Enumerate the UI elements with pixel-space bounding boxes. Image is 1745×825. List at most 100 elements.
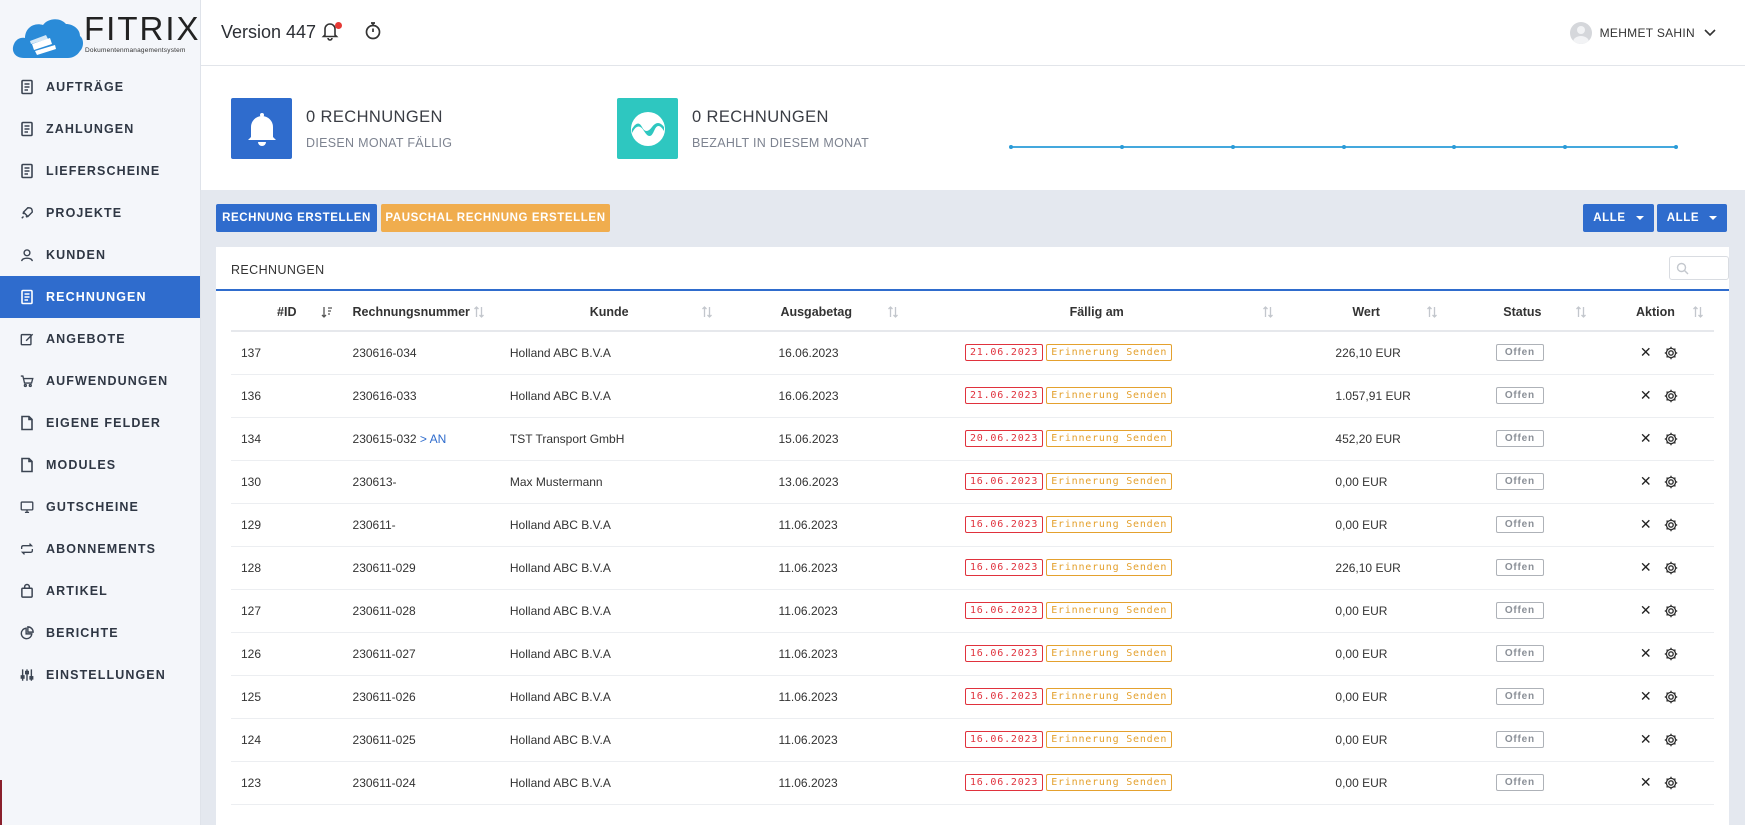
send-reminder-button[interactable]: Erinnerung Senden — [1046, 688, 1173, 705]
cell-id: 124 — [231, 718, 343, 762]
send-reminder-button[interactable]: Erinnerung Senden — [1046, 387, 1173, 404]
send-reminder-button[interactable]: Erinnerung Senden — [1046, 344, 1173, 362]
gear-icon[interactable] — [1664, 389, 1678, 403]
cell-issued: 11.06.2023 — [723, 589, 909, 633]
delete-icon[interactable]: ✕ — [1640, 387, 1652, 404]
sidebar-item-eigene-felder[interactable]: EIGENE FELDER — [0, 402, 200, 444]
send-reminder-button[interactable]: Erinnerung Senden — [1046, 516, 1173, 533]
cell-customer: Max Mustermann — [494, 460, 724, 504]
delete-icon[interactable]: ✕ — [1640, 731, 1652, 748]
due-date-badge: 16.06.2023 — [964, 602, 1044, 619]
sidebar-item-berichte[interactable]: BERICHTE — [0, 612, 200, 654]
offer-link[interactable]: > AN — [417, 432, 446, 446]
gear-icon[interactable] — [1664, 733, 1678, 747]
column-header-0[interactable]: #ID — [231, 293, 343, 332]
cell-customer: Holland ABC B.V.A — [494, 761, 724, 805]
sidebar-item-abonnements[interactable]: ABONNEMENTS — [0, 528, 200, 570]
pie-icon — [20, 626, 34, 640]
delete-icon[interactable]: ✕ — [1640, 688, 1652, 705]
delete-icon[interactable]: ✕ — [1640, 774, 1652, 791]
column-header-2[interactable]: Kunde — [494, 293, 724, 332]
sidebar-item-gutscheine[interactable]: GUTSCHEINE — [0, 486, 200, 528]
sidebar-item-lieferscheine[interactable]: LIEFERSCHEINE — [0, 150, 200, 192]
send-reminder-button[interactable]: Erinnerung Senden — [1046, 774, 1173, 791]
send-reminder-button[interactable]: Erinnerung Senden — [1046, 430, 1173, 447]
invoice-number[interactable]: 230611-028 — [353, 604, 416, 618]
search-input[interactable] — [1669, 256, 1729, 280]
logo[interactable]: FITRIX Dokumentenmanagementsystem — [0, 0, 200, 66]
sidebar-item-aufträge[interactable]: AUFTRÄGE — [0, 66, 200, 108]
sidebar-item-modules[interactable]: MODULES — [0, 444, 200, 486]
column-header-5[interactable]: Wert — [1284, 293, 1448, 332]
column-header-7[interactable]: Aktion — [1596, 293, 1714, 332]
table-row[interactable]: 128 230611-029 Holland ABC B.V.A 11.06.2023… — [231, 546, 1714, 590]
user-menu[interactable]: MEHMET SAHIN — [1569, 22, 1717, 44]
sidebar-item-label: PROJEKTE — [46, 206, 123, 220]
invoice-number[interactable]: 230611- — [353, 518, 396, 532]
gear-icon[interactable] — [1664, 518, 1678, 532]
table-row[interactable]: 137 230616-034 Holland ABC B.V.A 16.06.2023… — [231, 331, 1714, 375]
sidebar-item-zahlungen[interactable]: ZAHLUNGEN — [0, 108, 200, 150]
invoice-number[interactable]: 230611-025 — [353, 733, 416, 747]
table-row[interactable]: 129 230611- Holland ABC B.V.A 11.06.2023 16.… — [231, 503, 1714, 547]
create-flat-invoice-button[interactable]: PAUSCHAL RECHNUNG ERSTELLEN — [381, 204, 610, 232]
gear-icon[interactable] — [1664, 776, 1678, 790]
filter-dropdown-1[interactable]: ALLE — [1583, 204, 1654, 232]
column-header-4[interactable]: Fällig am — [908, 293, 1285, 332]
delete-icon[interactable]: ✕ — [1640, 645, 1652, 662]
filter-dropdown-2[interactable]: ALLE — [1657, 204, 1727, 232]
sidebar-item-angebote[interactable]: ANGEBOTE — [0, 318, 200, 360]
stopwatch-icon[interactable] — [364, 21, 382, 46]
table-row[interactable]: 134 230615-032 > AN TST Transport GmbH 15.0… — [231, 417, 1714, 461]
delete-icon[interactable]: ✕ — [1640, 559, 1652, 576]
cell-value: 0,00 EUR — [1284, 503, 1448, 547]
invoice-number[interactable]: 230615-032 — [353, 432, 417, 446]
invoice-number[interactable]: 230613- — [353, 475, 397, 489]
sidebar-item-rechnungen[interactable]: RECHNUNGEN — [0, 276, 200, 318]
gear-icon[interactable] — [1664, 432, 1678, 446]
table-row[interactable]: 127 230611-028 Holland ABC B.V.A 11.06.2023… — [231, 589, 1714, 633]
send-reminder-button[interactable]: Erinnerung Senden — [1046, 645, 1173, 662]
gear-icon[interactable] — [1664, 647, 1678, 661]
send-reminder-button[interactable]: Erinnerung Senden — [1046, 731, 1173, 748]
delete-icon[interactable]: ✕ — [1640, 473, 1652, 490]
table-row[interactable]: 125 230611-026 Holland ABC B.V.A 11.06.2023… — [231, 675, 1714, 719]
gear-icon[interactable] — [1664, 346, 1678, 360]
invoice-number[interactable]: 230616-033 — [353, 389, 417, 403]
invoice-number[interactable]: 230611-024 — [353, 776, 416, 790]
gear-icon[interactable] — [1664, 690, 1678, 704]
delete-icon[interactable]: ✕ — [1640, 344, 1652, 361]
table-row[interactable]: 130 230613- Max Mustermann 13.06.2023 16.06.… — [231, 460, 1714, 504]
gear-icon[interactable] — [1664, 561, 1678, 575]
delete-icon[interactable]: ✕ — [1640, 430, 1652, 447]
sidebar-item-aufwendungen[interactable]: AUFWENDUNGEN — [0, 360, 200, 402]
sidebar-item-kunden[interactable]: KUNDEN — [0, 234, 200, 276]
invoice-number[interactable]: 230616-034 — [353, 346, 417, 360]
gear-icon[interactable] — [1664, 604, 1678, 618]
sidebar-item-einstellungen[interactable]: EINSTELLUNGEN — [0, 654, 200, 696]
table-row[interactable]: 123 230611-024 Holland ABC B.V.A 11.06.2023… — [231, 761, 1714, 805]
send-reminder-button[interactable]: Erinnerung Senden — [1046, 473, 1173, 490]
cell-due: 16.06.2023 Erinnerung Senden — [908, 503, 1285, 547]
invoice-number[interactable]: 230611-027 — [353, 647, 416, 661]
create-invoice-button[interactable]: RECHNUNG ERSTELLEN — [216, 204, 377, 232]
cell-customer: Holland ABC B.V.A — [494, 675, 724, 719]
table-row[interactable]: 126 230611-027 Holland ABC B.V.A 11.06.2023… — [231, 632, 1714, 676]
cell-number: 230611-024 — [342, 761, 495, 805]
table-row[interactable]: 136 230616-033 Holland ABC B.V.A 16.06.2023… — [231, 374, 1714, 418]
send-reminder-button[interactable]: Erinnerung Senden — [1046, 602, 1173, 619]
sidebar-item-projekte[interactable]: PROJEKTE — [0, 192, 200, 234]
invoice-number[interactable]: 230611-029 — [353, 561, 416, 575]
document-icon — [20, 289, 34, 305]
column-header-3[interactable]: Ausgabetag — [723, 293, 909, 332]
sidebar-item-label: MODULES — [46, 458, 117, 472]
delete-icon[interactable]: ✕ — [1640, 516, 1652, 533]
sidebar-item-artikel[interactable]: ARTIKEL — [0, 570, 200, 612]
send-reminder-button[interactable]: Erinnerung Senden — [1046, 559, 1173, 576]
column-header-6[interactable]: Status — [1447, 293, 1597, 332]
delete-icon[interactable]: ✕ — [1640, 602, 1652, 619]
gear-icon[interactable] — [1664, 475, 1678, 489]
table-row[interactable]: 124 230611-025 Holland ABC B.V.A 11.06.2023… — [231, 718, 1714, 762]
invoice-number[interactable]: 230611-026 — [353, 690, 416, 704]
column-header-1[interactable]: Rechnungsnummer — [342, 293, 495, 332]
